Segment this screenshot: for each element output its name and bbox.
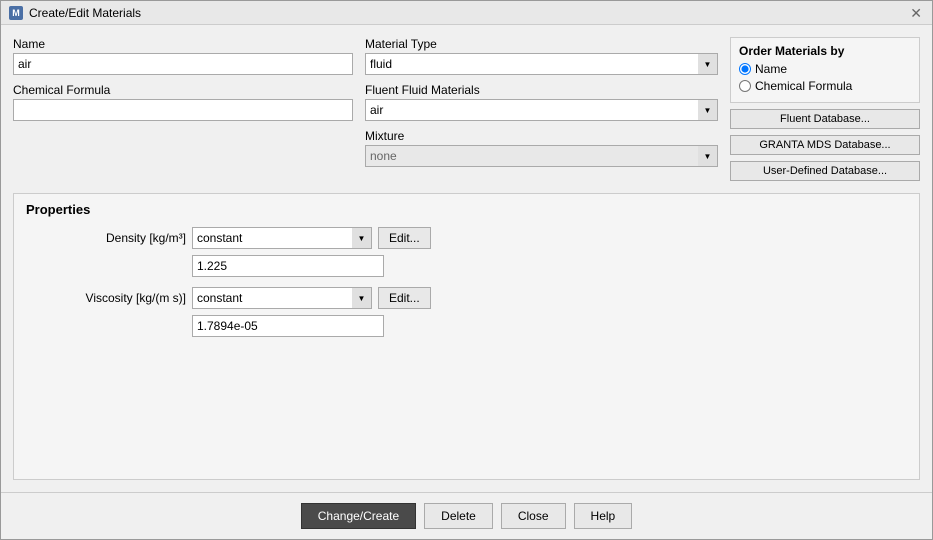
viscosity-value-row bbox=[26, 315, 907, 337]
viscosity-method-select[interactable]: constant bbox=[192, 287, 372, 309]
order-name-radio-row: Name bbox=[739, 62, 911, 76]
change-create-button[interactable]: Change/Create bbox=[301, 503, 416, 529]
mid-column: Material Type fluid solid mixture ▼ Flue… bbox=[365, 37, 718, 181]
title-bar-left: M Create/Edit Materials bbox=[9, 6, 141, 20]
mixture-select[interactable]: none bbox=[365, 145, 718, 167]
material-type-field-group: Material Type fluid solid mixture ▼ bbox=[365, 37, 718, 75]
granta-database-button[interactable]: GRANTA MDS Database... bbox=[730, 135, 920, 155]
content-area: Name Chemical Formula Material Type flui… bbox=[1, 25, 932, 492]
left-column: Name Chemical Formula bbox=[13, 37, 353, 181]
fluent-fluid-select[interactable]: air bbox=[365, 99, 718, 121]
viscosity-edit-button[interactable]: Edit... bbox=[378, 287, 431, 309]
order-name-radio[interactable] bbox=[739, 63, 751, 75]
user-database-button[interactable]: User-Defined Database... bbox=[730, 161, 920, 181]
fluent-database-button[interactable]: Fluent Database... bbox=[730, 109, 920, 129]
density-value-input[interactable] bbox=[192, 255, 384, 277]
order-formula-label: Chemical Formula bbox=[755, 79, 852, 93]
density-select-wrapper: constant ▼ bbox=[192, 227, 372, 249]
density-method-select[interactable]: constant bbox=[192, 227, 372, 249]
viscosity-row: Viscosity [kg/(m s)] constant ▼ Edit... bbox=[26, 287, 907, 309]
title-bar: M Create/Edit Materials ✕ bbox=[1, 1, 932, 25]
density-row: Density [kg/m³] constant ▼ Edit... bbox=[26, 227, 907, 249]
order-materials-group: Order Materials by Name Chemical Formula bbox=[730, 37, 920, 103]
properties-title: Properties bbox=[26, 202, 907, 217]
material-type-select-wrapper: fluid solid mixture ▼ bbox=[365, 53, 718, 75]
main-window: M Create/Edit Materials ✕ Name Chemical … bbox=[0, 0, 933, 540]
order-formula-radio-row: Chemical Formula bbox=[739, 79, 911, 93]
mixture-select-wrapper: none ▼ bbox=[365, 145, 718, 167]
viscosity-value-input[interactable] bbox=[192, 315, 384, 337]
viscosity-select-wrapper: constant ▼ bbox=[192, 287, 372, 309]
density-edit-button[interactable]: Edit... bbox=[378, 227, 431, 249]
bottom-bar: Change/Create Delete Close Help bbox=[1, 492, 932, 539]
material-type-label: Material Type bbox=[365, 37, 718, 51]
mixture-field-group: Mixture none ▼ bbox=[365, 129, 718, 167]
window-title: Create/Edit Materials bbox=[29, 6, 141, 20]
fluent-fluid-field-group: Fluent Fluid Materials air ▼ bbox=[365, 83, 718, 121]
order-name-label: Name bbox=[755, 62, 787, 76]
fluent-fluid-label: Fluent Fluid Materials bbox=[365, 83, 718, 97]
close-button[interactable]: Close bbox=[501, 503, 566, 529]
order-formula-radio[interactable] bbox=[739, 80, 751, 92]
properties-section: Properties Density [kg/m³] constant ▼ Ed… bbox=[13, 193, 920, 480]
order-title: Order Materials by bbox=[739, 44, 911, 58]
material-type-select[interactable]: fluid solid mixture bbox=[365, 53, 718, 75]
density-label: Density [kg/m³] bbox=[26, 231, 186, 245]
viscosity-label: Viscosity [kg/(m s)] bbox=[26, 291, 186, 305]
chemical-formula-label: Chemical Formula bbox=[13, 83, 353, 97]
density-value-row bbox=[26, 255, 907, 277]
chemical-formula-input[interactable] bbox=[13, 99, 353, 121]
chemical-formula-field-group: Chemical Formula bbox=[13, 83, 353, 121]
fluent-fluid-select-wrapper: air ▼ bbox=[365, 99, 718, 121]
delete-button[interactable]: Delete bbox=[424, 503, 493, 529]
name-label: Name bbox=[13, 37, 353, 51]
help-button[interactable]: Help bbox=[574, 503, 633, 529]
name-input[interactable] bbox=[13, 53, 353, 75]
top-section: Name Chemical Formula Material Type flui… bbox=[13, 37, 920, 181]
right-column: Order Materials by Name Chemical Formula… bbox=[730, 37, 920, 181]
window-icon: M bbox=[9, 6, 23, 20]
mixture-label: Mixture bbox=[365, 129, 718, 143]
close-window-button[interactable]: ✕ bbox=[908, 6, 924, 20]
name-field-group: Name bbox=[13, 37, 353, 75]
